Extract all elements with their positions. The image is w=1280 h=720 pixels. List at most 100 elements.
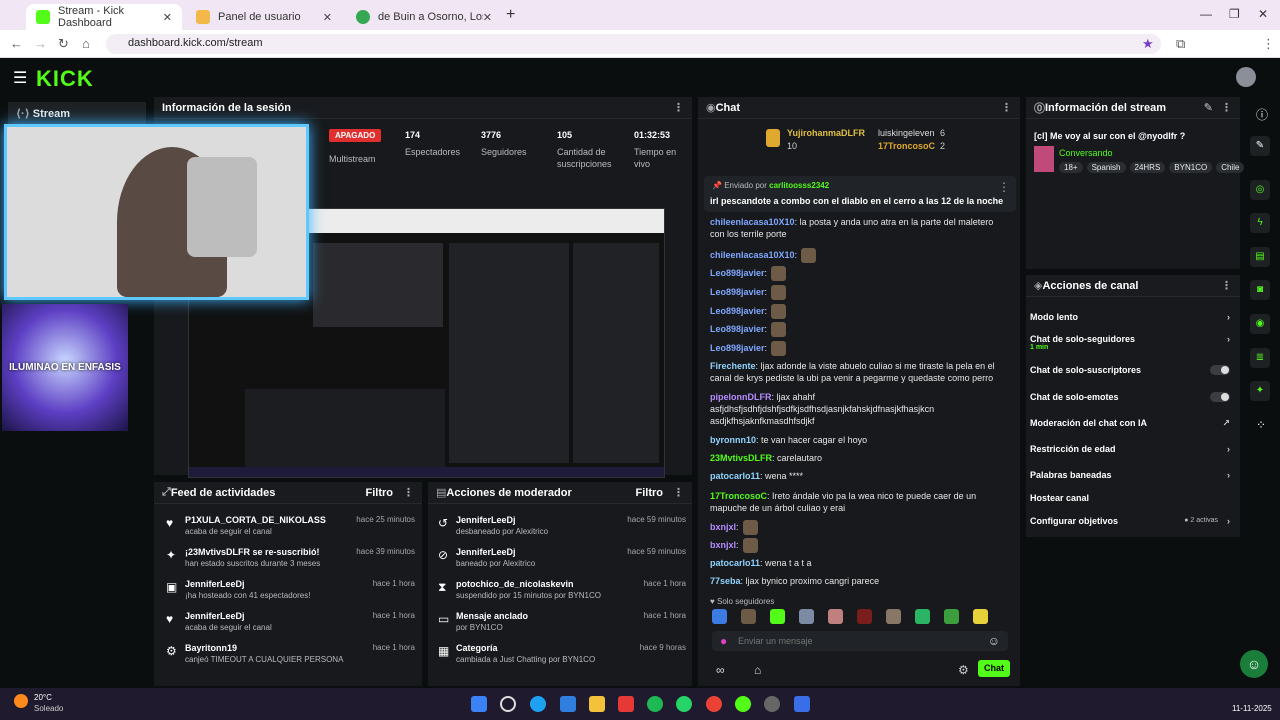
close-icon[interactable]: ✕	[323, 11, 332, 24]
chat-username[interactable]: patocarlo11	[710, 471, 760, 481]
maximize-icon[interactable]: ❐	[1229, 7, 1240, 21]
action-subs-only[interactable]: Chat de solo-suscriptores	[1030, 365, 1230, 375]
close-icon[interactable]: ✕	[483, 11, 492, 24]
clipboard-icon[interactable]: ▤	[1250, 247, 1270, 267]
tab-kick-dashboard[interactable]: Stream - Kick Dashboard ✕	[26, 4, 182, 30]
tag[interactable]: Chile	[1216, 162, 1245, 173]
subs-only-toggle[interactable]	[1210, 365, 1230, 375]
action-followers-only[interactable]: Chat de solo-seguidores 1 min ›	[1030, 334, 1230, 351]
emoji-icon[interactable]: ☺	[988, 634, 1000, 648]
chat-username[interactable]: bxnjxl	[710, 540, 736, 550]
chat-message[interactable]: 23MvtivsDLFR: carelautaro	[710, 452, 1010, 464]
chat-username[interactable]: Leo898javier	[710, 343, 765, 353]
forward-icon[interactable]: →	[34, 36, 47, 51]
chat-message[interactable]: 17TroncosoC: Ireto ándale vio pa la wea …	[710, 490, 1010, 514]
address-bar[interactable]: dashboard.kick.com/stream	[106, 34, 1161, 54]
xbox-icon[interactable]	[735, 696, 751, 712]
home-icon[interactable]: ⌂	[82, 36, 90, 51]
edit-icon[interactable]: ✎	[1204, 101, 1213, 114]
category-name[interactable]: Conversando	[1059, 148, 1113, 158]
menu-kebab-icon[interactable]: ⋮	[1262, 36, 1275, 52]
gear-icon[interactable]: ⚙	[958, 663, 969, 677]
more-options-icon[interactable]: ⋮	[1001, 101, 1012, 114]
edit-icon[interactable]: ✎	[1250, 136, 1270, 156]
info-circle-icon[interactable]: ⓘ	[1256, 106, 1268, 123]
chat-message[interactable]: Firechente: ljax adonde la viste abuelo …	[710, 360, 1010, 384]
chat-message[interactable]: Leo898javier:	[710, 322, 1010, 337]
chat-message-field[interactable]	[738, 633, 978, 649]
chat-message[interactable]: Leo898javier:	[710, 266, 1010, 281]
avatar[interactable]	[1236, 67, 1256, 87]
chat-message[interactable]: Leo898javier:	[710, 285, 1010, 300]
search-icon[interactable]	[500, 696, 516, 712]
tag[interactable]: 18+	[1059, 162, 1083, 173]
tag[interactable]: 24HRS	[1129, 162, 1166, 173]
chat-username[interactable]: pipelonnDLFR	[710, 392, 772, 402]
hamburger-menu-icon[interactable]: ☰	[13, 68, 27, 88]
more-options-icon[interactable]: ⋮	[1221, 279, 1232, 292]
new-tab-icon[interactable]: +	[506, 6, 515, 24]
action-host-channel[interactable]: Hostear canal	[1030, 493, 1230, 503]
tag[interactable]: BYN1CO	[1169, 162, 1213, 173]
floating-chat-icon[interactable]: ☺	[1240, 650, 1268, 678]
emote-bar[interactable]	[712, 609, 1012, 627]
chrome-icon[interactable]	[706, 696, 722, 712]
action-age-restriction[interactable]: Restricción de edad ›	[1030, 444, 1230, 454]
edge-icon[interactable]	[530, 696, 546, 712]
chat-message[interactable]: bxnjxl:	[710, 520, 1010, 535]
chat-message[interactable]: patocarlo11: wena t a t a	[710, 557, 1010, 569]
chat-message[interactable]: chileenlacasa10X10: la posta y anda uno …	[710, 216, 1010, 240]
action-ai-moderation[interactable]: Moderación del chat con IA ↗	[1030, 418, 1230, 428]
action-slow-mode[interactable]: Modo lento ›	[1030, 312, 1230, 322]
chat-username[interactable]: Leo898javier	[710, 324, 765, 334]
lightning-icon[interactable]: ϟ	[1250, 213, 1270, 233]
chat-message[interactable]: bxnjxl:	[710, 538, 1010, 553]
chat-username[interactable]: 77seba	[710, 576, 741, 586]
emotes-only-toggle[interactable]	[1210, 392, 1230, 402]
chat-message[interactable]: chileenlacasa10X10:	[710, 248, 1010, 263]
weather-temp[interactable]: 20°C	[34, 693, 52, 702]
layers-icon[interactable]: ≣	[1250, 348, 1270, 368]
action-banned-words[interactable]: Palabras baneadas ›	[1030, 470, 1230, 480]
tab-panel-usuario[interactable]: Panel de usuario ✕	[186, 4, 342, 30]
more-options-icon[interactable]: ⋮	[998, 180, 1010, 194]
chat-username[interactable]: 23MvtivsDLFR	[710, 453, 772, 463]
chat-username[interactable]: chileenlacasa10X10	[710, 217, 795, 227]
tab-maps[interactable]: de Buin a Osorno, Los Lagos - G ✕	[346, 4, 502, 30]
extensions-icon[interactable]: ⧉	[1176, 36, 1185, 52]
kick-logo[interactable]: KICK	[36, 66, 94, 92]
close-icon[interactable]: ✕	[163, 11, 172, 24]
chat-message[interactable]: Leo898javier:	[710, 304, 1010, 319]
more-options-icon[interactable]: ⋮	[673, 486, 684, 499]
back-icon[interactable]: ←	[10, 36, 23, 51]
chat-username[interactable]: patocarlo11	[710, 558, 760, 568]
filter-button[interactable]: Filtro	[366, 487, 394, 499]
window-close-icon[interactable]: ✕	[1258, 7, 1268, 21]
more-options-icon[interactable]: ⋮	[673, 101, 684, 114]
chat-username[interactable]: Firechente	[710, 361, 756, 371]
whatsapp-icon[interactable]	[676, 696, 692, 712]
more-options-icon[interactable]: ⋮	[1221, 101, 1232, 114]
store-icon[interactable]	[560, 696, 576, 712]
chat-username[interactable]: byronnn10	[710, 435, 756, 445]
reload-icon[interactable]: ↻	[58, 36, 69, 52]
gift-icon[interactable]: ⌂	[754, 663, 761, 677]
send-chat-button[interactable]: Chat	[978, 660, 1010, 677]
folder-icon[interactable]	[589, 696, 605, 712]
bookmark-star-icon[interactable]: ★	[1142, 36, 1154, 52]
action-goals[interactable]: Configurar objetivos ● 2 activas ›	[1030, 516, 1230, 526]
notepad-icon[interactable]	[794, 696, 810, 712]
chat-message[interactable]: byronnn10: te van hacer cagar el hoyo	[710, 434, 1010, 446]
chat-message[interactable]: patocarlo11: wena ****	[710, 470, 1010, 482]
chat-message[interactable]: pipelonnDLFR: ljax ahahf asfjdhsfjsdhfjd…	[710, 391, 1010, 427]
chat-username[interactable]: 17TroncosoC	[710, 491, 767, 501]
app-icon[interactable]	[618, 696, 634, 712]
filter-button[interactable]: Filtro	[636, 487, 664, 499]
obs-icon[interactable]	[764, 696, 780, 712]
chat-username[interactable]: Leo898javier	[710, 306, 765, 316]
chat-username[interactable]: Leo898javier	[710, 268, 765, 278]
microphone-icon[interactable]: ●	[720, 634, 727, 648]
chat-bubble-icon[interactable]: ◙	[1250, 280, 1270, 300]
chat-message[interactable]: Leo898javier:	[710, 341, 1010, 356]
chat-settings-icon[interactable]: ∞	[716, 663, 725, 677]
